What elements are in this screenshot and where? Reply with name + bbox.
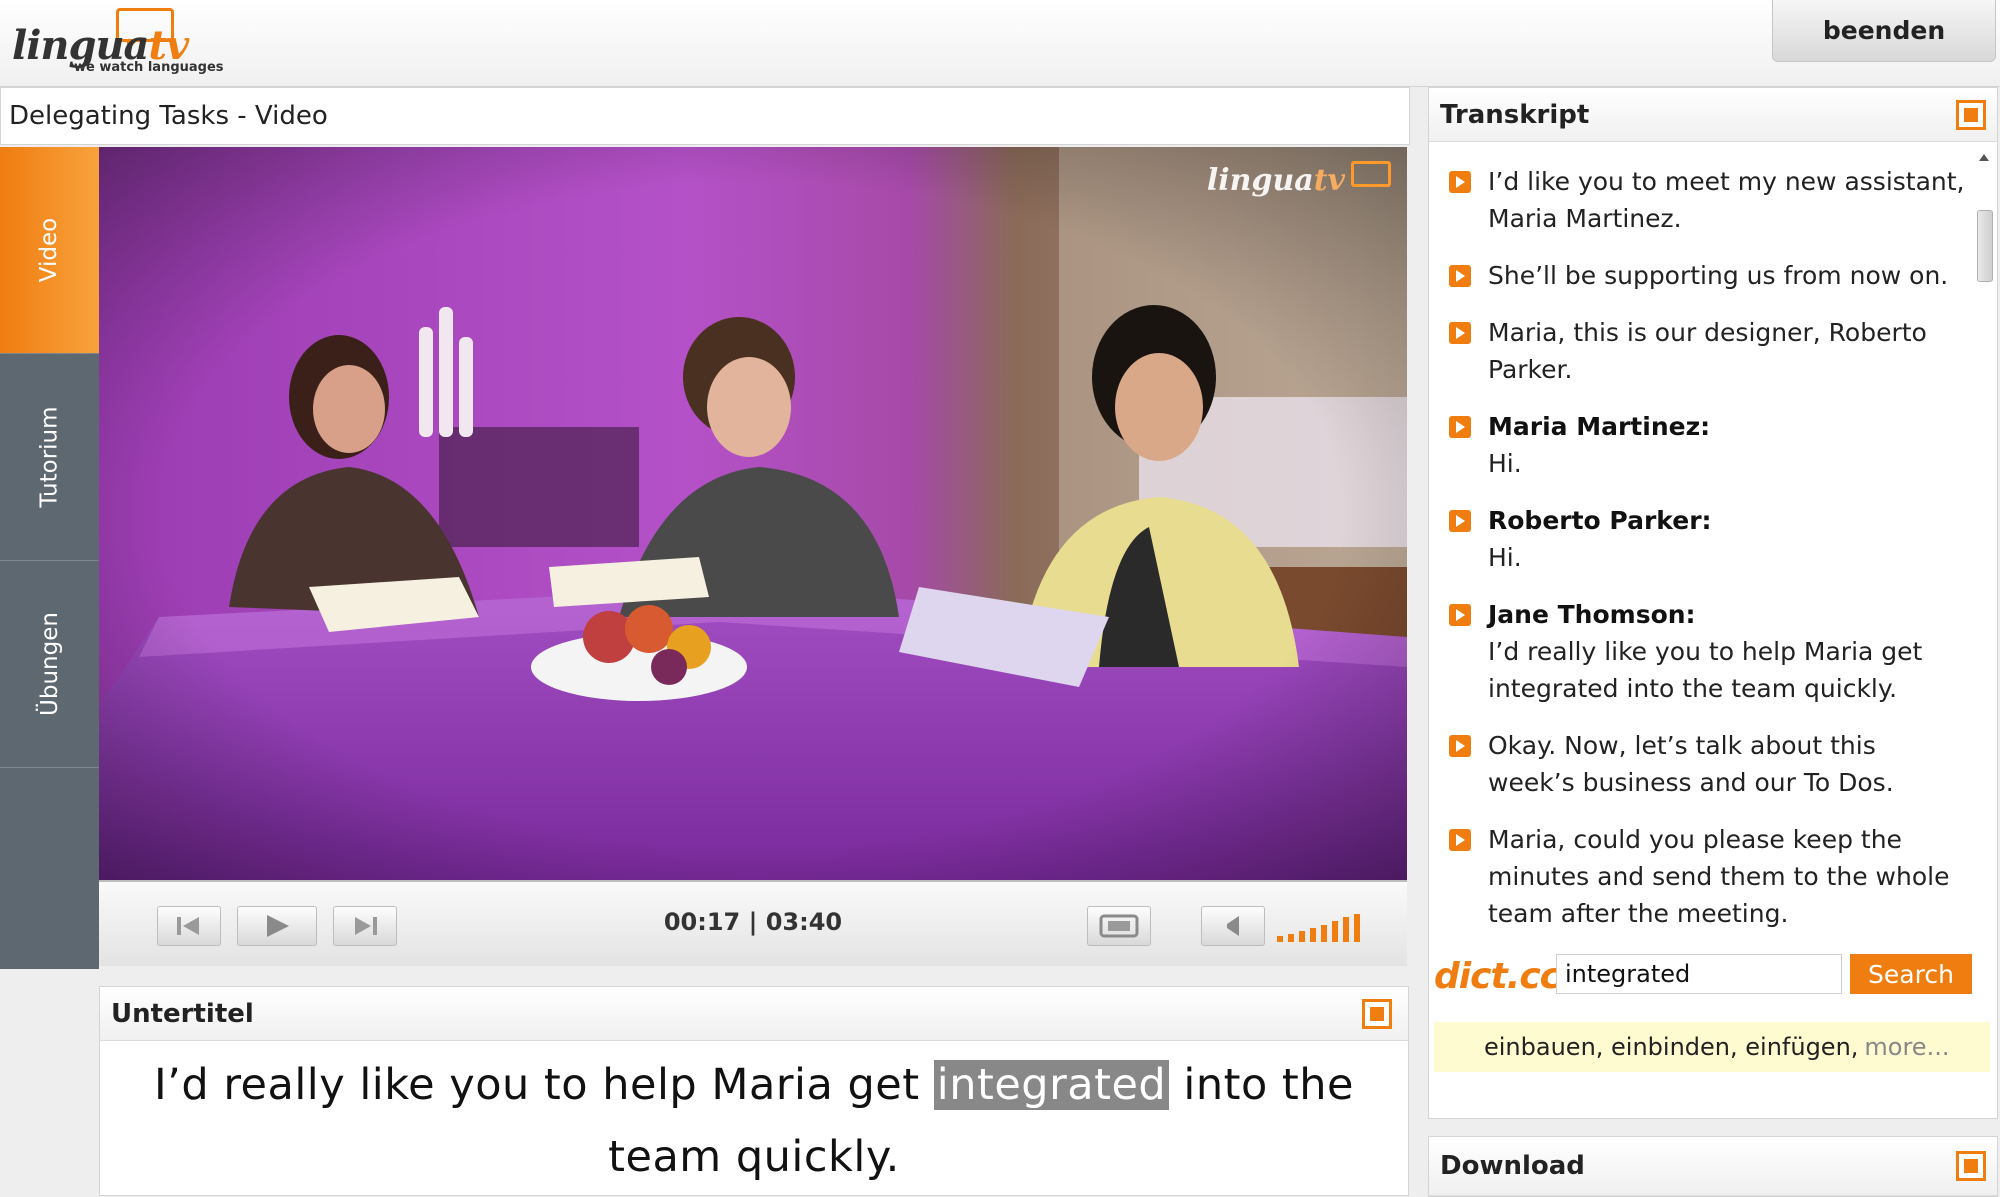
dictionary-search-input[interactable] xyxy=(1556,954,1842,994)
watermark-bubble-icon xyxy=(1351,161,1391,187)
download-panel: Download xyxy=(1428,1136,1998,1197)
transcript-heading: Transkript xyxy=(1440,99,1590,130)
transcript-scrollbar[interactable] xyxy=(1973,152,1995,1032)
dictionary-result: einbauen, einbinden, einfügen, more... xyxy=(1434,1022,1990,1072)
video-scene xyxy=(99,147,1407,880)
jump-arrow-icon[interactable] xyxy=(1449,735,1471,757)
transcript-line[interactable]: Maria, this is our designer, Roberto Par… xyxy=(1429,314,1969,388)
download-header[interactable]: Download xyxy=(1429,1137,1997,1196)
mute-button[interactable] xyxy=(1201,906,1265,946)
subtitle-header: Untertitel xyxy=(100,987,1408,1041)
dictcc-logo: dict.cc xyxy=(1434,956,1561,997)
transcript-toggle-icon[interactable] xyxy=(1956,100,1986,130)
quit-button[interactable]: beenden xyxy=(1772,0,1996,62)
logo-tagline: we watch languages xyxy=(74,60,224,75)
speaker-name: Maria Martinez: xyxy=(1488,412,1711,441)
dictionary-search-button[interactable]: Search xyxy=(1850,954,1972,994)
transcript-line[interactable]: Roberto Parker: Hi. xyxy=(1429,502,1969,576)
dictionary-widget: dict.cc Search einbauen, einbinden, einf… xyxy=(1434,950,1994,1115)
transcript-line[interactable]: Okay. Now, let’s talk about this week’s … xyxy=(1429,727,1969,801)
current-time: 00:17 xyxy=(663,908,741,936)
tab-uebungen[interactable]: Übungen xyxy=(0,561,99,768)
transcript-line[interactable]: She’ll be supporting us from now on. xyxy=(1429,257,1969,294)
video-watermark: linguatv xyxy=(1206,163,1345,198)
subtitle-toggle-icon[interactable] xyxy=(1362,999,1392,1029)
transcript-line[interactable]: I’d like you to meet my new assistant, M… xyxy=(1429,163,1969,237)
download-toggle-icon[interactable] xyxy=(1956,1151,1986,1181)
lesson-title: Delegating Tasks - Video xyxy=(0,87,1410,145)
more-link[interactable]: more... xyxy=(1864,1033,1949,1061)
jump-arrow-icon[interactable] xyxy=(1449,604,1471,626)
jump-arrow-icon[interactable] xyxy=(1449,265,1471,287)
fullscreen-icon xyxy=(1099,914,1139,938)
linguatv-logo[interactable]: linguatv we watch languages xyxy=(12,8,232,82)
video-player[interactable]: linguatv xyxy=(99,147,1407,880)
jump-arrow-icon[interactable] xyxy=(1449,171,1471,193)
transcript-list: I’d like you to meet my new assistant, M… xyxy=(1429,144,1969,1029)
speaker-name: Jane Thomson: xyxy=(1488,600,1696,629)
scroll-thumb[interactable] xyxy=(1977,210,1993,282)
jump-arrow-icon[interactable] xyxy=(1449,829,1471,851)
subtitle-panel: Untertitel I’d really like you to help M… xyxy=(99,986,1409,1196)
highlighted-word[interactable]: integrated xyxy=(933,1060,1170,1110)
subtitle-text: I’d really like you to help Maria get in… xyxy=(154,1060,1354,1182)
jump-arrow-icon[interactable] xyxy=(1449,416,1471,438)
transcript-line[interactable]: Maria Martinez: Hi. xyxy=(1429,408,1969,482)
jump-arrow-icon[interactable] xyxy=(1449,322,1471,344)
download-heading: Download xyxy=(1440,1151,1585,1181)
scroll-arrows-icon xyxy=(1979,154,1989,1030)
transcript-header: Transkript xyxy=(1429,88,1997,142)
side-tab-bar: Video Tutorium Übungen xyxy=(0,147,99,969)
transcript-line[interactable]: Jane Thomson: I’d really like you to help… xyxy=(1429,596,1969,707)
speaker-icon xyxy=(1227,916,1239,936)
volume-bars-icon[interactable] xyxy=(1277,914,1367,942)
time-separator: | xyxy=(748,908,758,936)
subtitle-heading: Untertitel xyxy=(111,998,254,1029)
tab-tutorium[interactable]: Tutorium xyxy=(0,354,99,561)
player-controls: 00:17 | 03:40 xyxy=(99,880,1407,966)
jump-arrow-icon[interactable] xyxy=(1449,510,1471,532)
transcript-line[interactable]: Maria, could you please keep the minutes… xyxy=(1429,821,1969,932)
app-header: linguatv we watch languages beenden xyxy=(0,0,2000,87)
tab-video[interactable]: Video xyxy=(0,147,99,354)
duration: 03:40 xyxy=(765,908,843,936)
speaker-name: Roberto Parker: xyxy=(1488,506,1712,535)
fullscreen-button[interactable] xyxy=(1087,906,1151,946)
